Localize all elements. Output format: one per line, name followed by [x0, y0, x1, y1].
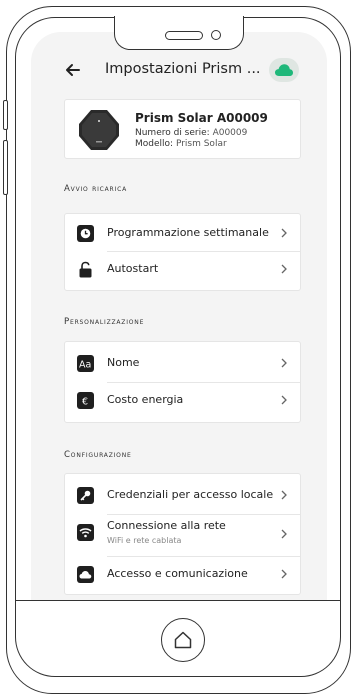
menu-item-label: Nome	[107, 356, 140, 369]
side-button	[3, 100, 8, 130]
model-label: Modello:	[135, 139, 174, 149]
menu-item-label: Autostart	[107, 262, 159, 275]
camera	[211, 30, 221, 40]
menu-item-accesso-comunicazione[interactable]: Accesso e comunicazione	[65, 556, 302, 592]
home-icon	[174, 631, 192, 649]
menu-item-label: Credenziali per accesso locale	[107, 488, 274, 501]
wifi-icon	[77, 524, 94, 541]
menu-item-label: Connessione alla rete	[107, 519, 226, 532]
device-card[interactable]: Prism Solar A00009 Numero di serie: A000…	[64, 99, 301, 159]
settings-group-personalizzazione: Aa Nome € Costo energia	[64, 341, 301, 423]
euro-icon: €	[77, 392, 94, 409]
cloud-icon	[275, 64, 293, 76]
settings-group-avvio-ricarica: Programmazione settimanale Autostart	[64, 213, 301, 291]
home-button[interactable]	[161, 618, 205, 662]
device-name: Prism Solar A00009	[135, 111, 268, 125]
cloud-icon	[77, 566, 94, 583]
chevron-right-icon	[281, 529, 287, 539]
chevron-right-icon	[281, 228, 287, 238]
menu-item-label: Costo energia	[107, 393, 184, 406]
menu-item-label: Programmazione settimanale	[107, 226, 269, 239]
chevron-right-icon	[281, 395, 287, 405]
app-screen: Impostazioni Prism ... Prism Solar A0000…	[31, 32, 327, 600]
app-header: Impostazioni Prism ...	[31, 52, 327, 88]
settings-group-configurazione: Credenziali per accesso locale Connessio…	[64, 473, 301, 595]
chevron-right-icon	[281, 358, 287, 368]
device-model: Modello: Prism Solar	[135, 139, 227, 149]
chevron-right-icon	[281, 490, 287, 500]
menu-item-programmazione-settimanale[interactable]: Programmazione settimanale	[65, 215, 302, 251]
notch-edge	[116, 14, 242, 19]
charger-device-image	[79, 110, 119, 150]
menu-item-autostart[interactable]: Autostart	[65, 251, 302, 287]
unlock-icon	[77, 261, 94, 278]
svg-text:Aa: Aa	[79, 360, 91, 371]
side-button	[3, 140, 8, 195]
menu-item-label: Accesso e comunicazione	[107, 567, 248, 580]
chevron-right-icon	[281, 264, 287, 274]
speaker	[165, 31, 203, 40]
text-aa-icon: Aa	[77, 355, 94, 372]
divider	[107, 514, 300, 515]
menu-item-sublabel: WiFi e rete cablata	[107, 536, 182, 545]
page-title: Impostazioni Prism ...	[105, 61, 261, 77]
chevron-right-icon	[281, 569, 287, 579]
section-title-personalizzazione: Personalizzazione	[64, 317, 145, 327]
serial-label: Numero di serie:	[135, 128, 210, 138]
section-title-avvio-ricarica: Avvio ricarica	[64, 184, 127, 194]
section-title-configurazione: Configurazione	[64, 450, 132, 460]
model-value: Prism Solar	[175, 139, 227, 149]
svg-text:€: €	[82, 397, 88, 408]
menu-item-credenziali[interactable]: Credenziali per accesso locale	[65, 477, 302, 513]
key-icon	[77, 487, 94, 504]
device-serial: Numero di serie: A00009	[135, 128, 247, 138]
clock-icon	[77, 225, 94, 242]
phone-chin-line	[16, 600, 340, 601]
cloud-status-badge[interactable]	[269, 58, 299, 82]
menu-item-costo-energia[interactable]: € Costo energia	[65, 382, 302, 418]
menu-item-connessione-rete[interactable]: Connessione alla rete WiFi e rete cablat…	[65, 516, 302, 556]
arrow-left-icon[interactable]	[63, 60, 83, 80]
menu-item-nome[interactable]: Aa Nome	[65, 345, 302, 381]
serial-value: A00009	[212, 128, 248, 138]
